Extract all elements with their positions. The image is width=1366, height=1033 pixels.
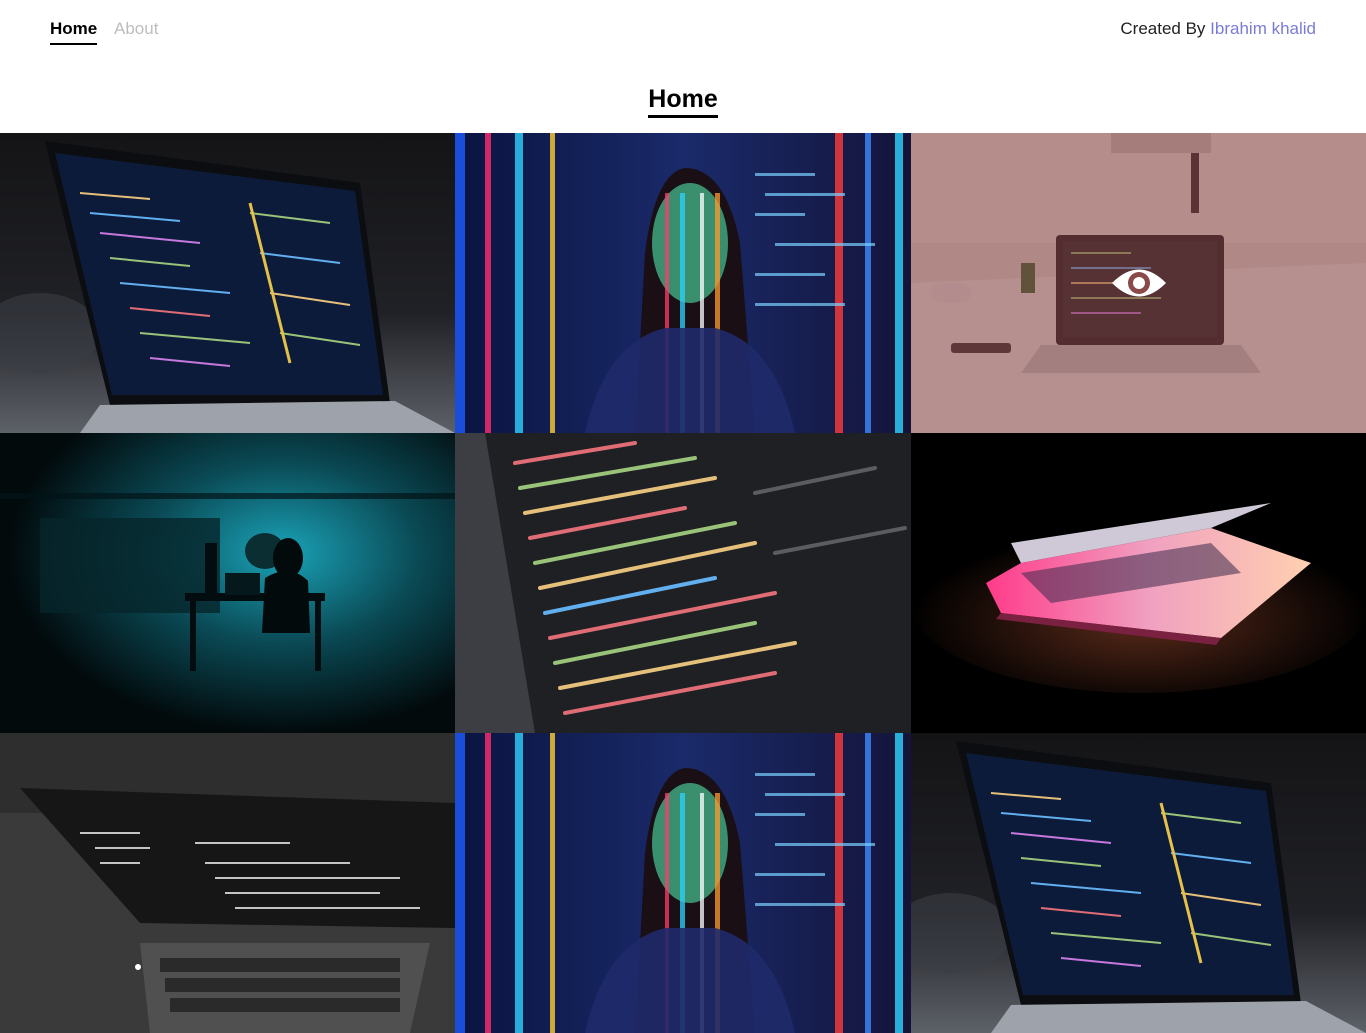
nav-about-link[interactable]: About bbox=[114, 19, 158, 39]
woman-code-projection-image bbox=[455, 733, 911, 1033]
eye-icon[interactable] bbox=[1110, 264, 1168, 302]
gallery-tile-glowing-laptop[interactable] bbox=[911, 433, 1366, 733]
laptop-monochrome-image bbox=[0, 733, 455, 1033]
credit-prefix: Created By bbox=[1120, 19, 1206, 38]
woman-code-projection-image bbox=[455, 133, 911, 433]
gallery-tile-laptop-on-desk[interactable] bbox=[911, 133, 1366, 433]
image-gallery bbox=[0, 133, 1366, 1033]
hacker-dark-room-image bbox=[0, 433, 455, 733]
gallery-tile-laptop-monochrome[interactable] bbox=[0, 733, 455, 1033]
laptop-code-editor-image bbox=[911, 733, 1366, 1033]
gallery-tile-woman-code-projection-2[interactable] bbox=[455, 733, 911, 1033]
gallery-tile-hacker-dark-room[interactable] bbox=[0, 433, 455, 733]
nav-home-link[interactable]: Home bbox=[50, 19, 98, 45]
page-title: Home bbox=[648, 85, 718, 118]
author-link[interactable]: Ibrahim khalid bbox=[1210, 19, 1316, 38]
gallery-tile-woman-code-projection[interactable] bbox=[455, 133, 911, 433]
page-title-wrap: Home bbox=[0, 85, 1366, 118]
tile-hover-overlay bbox=[911, 133, 1366, 433]
laptop-code-editor-image bbox=[0, 133, 455, 433]
code-closeup-image bbox=[455, 433, 911, 733]
top-navigation: Home About Created By Ibrahim khalid bbox=[0, 0, 1366, 60]
glowing-laptop-image bbox=[911, 433, 1366, 733]
gallery-tile-code-closeup[interactable] bbox=[455, 433, 911, 733]
credit-text: Created By Ibrahim khalid bbox=[1120, 19, 1316, 39]
gallery-tile-laptop-code-editor-2[interactable] bbox=[911, 733, 1366, 1033]
gallery-tile-laptop-code-editor[interactable] bbox=[0, 133, 455, 433]
